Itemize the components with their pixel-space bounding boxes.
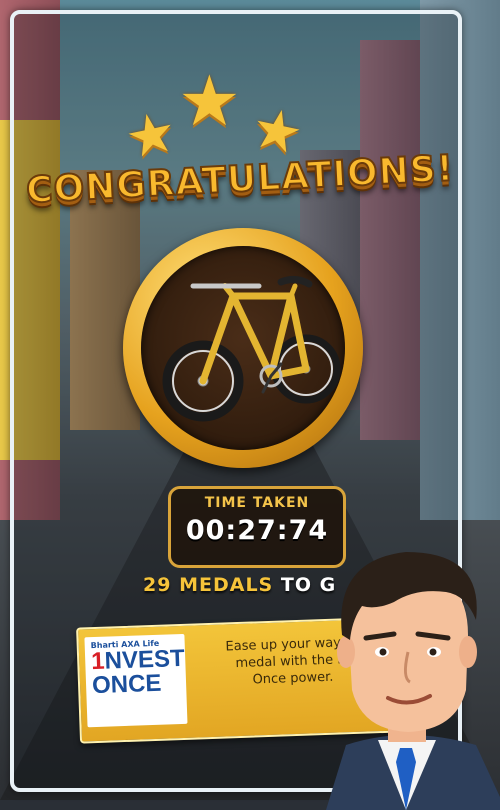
invest-once-logo: Bharti AXA Life 1NVEST ONCE (84, 633, 188, 728)
reward-medal-inner (141, 246, 345, 450)
mascot-character (326, 552, 500, 810)
medals-word: MEDALS (179, 574, 274, 596)
medals-count: 29 (143, 574, 172, 596)
bicycle-icon (162, 275, 341, 422)
logo-line2: ONCE (91, 669, 162, 700)
time-taken-label: TIME TAKEN (204, 495, 310, 511)
reward-medal (123, 228, 363, 468)
star-icon-center: ★ (178, 60, 241, 142)
